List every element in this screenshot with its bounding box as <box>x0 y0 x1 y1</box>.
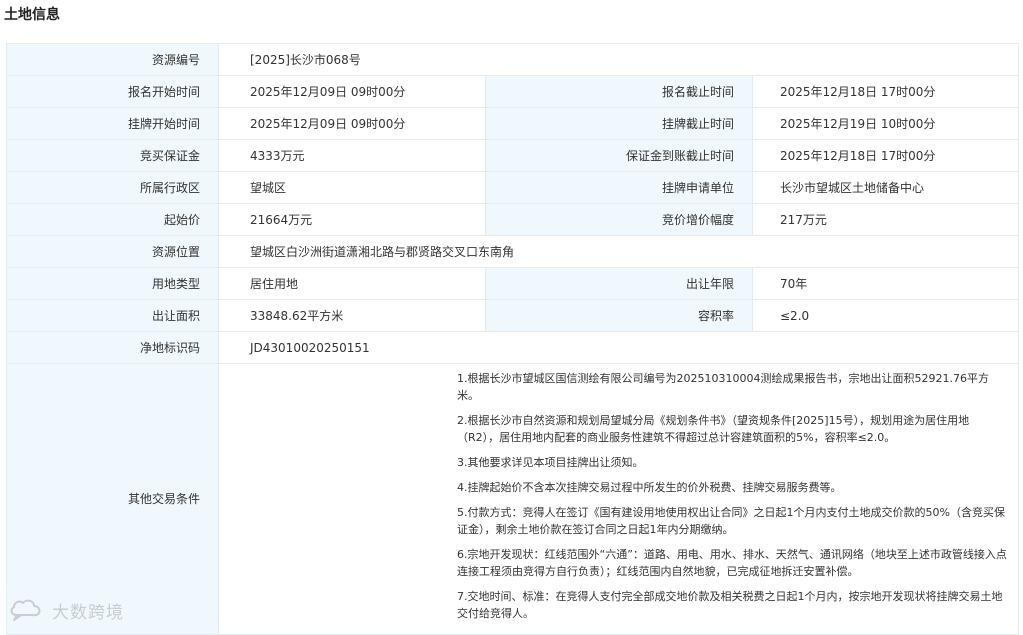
value-district: 望城区 <box>218 171 486 204</box>
value-term-years: 70年 <box>751 267 1020 300</box>
value-deposit: 4333万元 <box>218 139 486 172</box>
row-location: 资源位置 望城区白沙洲街道潇湘北路与郡贤路交叉口东南角 <box>6 235 1020 268</box>
term-item: 4.挂牌起始价不含本次挂牌交易过程中所发生的价外税费、挂牌交易服务费等。 <box>457 481 842 494</box>
label-area: 出让面积 <box>6 299 219 332</box>
value-far: ≤2.0 <box>751 299 1020 332</box>
value-registration-end: 2025年12月18日 17时00分 <box>751 75 1020 108</box>
cloud-chat-icon <box>10 599 41 621</box>
land-info-table: 资源编号 [2025]长沙市068号 报名开始时间 2025年12月09日 09… <box>6 43 1020 635</box>
page-title: 土地信息 <box>4 7 60 23</box>
term-item: 1.根据长沙市望城区国信测绘有限公司编号为202510310004测绘成果报告书… <box>457 372 989 402</box>
label-registration-start: 报名开始时间 <box>6 75 219 108</box>
term-item: 5.付款方式：竞得人在签订《国有建设用地使用权出让合同》之日起1个月内支付土地成… <box>457 506 1005 536</box>
label-applicant-unit: 挂牌申请单位 <box>485 171 753 204</box>
label-increment: 竞价增价幅度 <box>485 203 753 236</box>
watermark-text: 大数跨境 <box>52 602 124 623</box>
row-land-use: 用地类型 居住用地 出让年限 70年 <box>6 267 1020 300</box>
row-area: 出让面积 33848.62平方米 容积率 ≤2.0 <box>6 299 1020 332</box>
value-registration-start: 2025年12月09日 09时00分 <box>218 75 486 108</box>
watermark: 大数跨境 <box>8 597 124 623</box>
label-deposit: 竞买保证金 <box>6 139 219 172</box>
value-deposit-deadline: 2025年12月18日 17时00分 <box>751 139 1020 172</box>
term-item: 6.宗地开发现状：红线范围外“六通”：道路、用电、用水、排水、天然气、通讯网络（… <box>457 548 1007 578</box>
label-other-terms: 其他交易条件 <box>6 363 219 635</box>
value-area: 33848.62平方米 <box>218 299 486 332</box>
value-listing-end: 2025年12月19日 10时00分 <box>751 107 1020 140</box>
row-resource-no: 资源编号 [2025]长沙市068号 <box>6 43 1020 76</box>
row-listing-time: 挂牌开始时间 2025年12月09日 09时00分 挂牌截止时间 2025年12… <box>6 107 1020 140</box>
label-listing-start: 挂牌开始时间 <box>6 107 219 140</box>
value-net-land-id: JD43010020250151 <box>217 331 1020 364</box>
value-other-terms: 1.根据长沙市望城区国信测绘有限公司编号为202510310004测绘成果报告书… <box>217 363 1020 635</box>
label-listing-end: 挂牌截止时间 <box>485 107 753 140</box>
value-increment: 217万元 <box>751 203 1020 236</box>
label-net-land-id: 净地标识码 <box>6 331 219 364</box>
row-net-land-id: 净地标识码 JD43010020250151 <box>6 331 1020 364</box>
value-land-use: 居住用地 <box>218 267 486 300</box>
term-item: 7.交地时间、标准：在竞得人支付完全部成交地价款及相关税费之日起1个月内，按宗地… <box>457 590 1003 620</box>
value-applicant-unit: 长沙市望城区土地储备中心 <box>751 171 1020 204</box>
row-other-terms: 其他交易条件 1.根据长沙市望城区国信测绘有限公司编号为202510310004… <box>6 363 1020 635</box>
row-registration-time: 报名开始时间 2025年12月09日 09时00分 报名截止时间 2025年12… <box>6 75 1020 108</box>
terms-list: 1.根据长沙市望城区国信测绘有限公司编号为202510310004测绘成果报告书… <box>457 370 1008 622</box>
row-deposit: 竞买保证金 4333万元 保证金到账截止时间 2025年12月18日 17时00… <box>6 139 1020 172</box>
label-location: 资源位置 <box>6 235 219 268</box>
value-start-price: 21664万元 <box>218 203 486 236</box>
label-far: 容积率 <box>485 299 753 332</box>
label-start-price: 起始价 <box>6 203 219 236</box>
row-district: 所属行政区 望城区 挂牌申请单位 长沙市望城区土地储备中心 <box>6 171 1020 204</box>
row-price: 起始价 21664万元 竞价增价幅度 217万元 <box>6 203 1020 236</box>
label-deposit-deadline: 保证金到账截止时间 <box>485 139 753 172</box>
label-land-use: 用地类型 <box>6 267 219 300</box>
label-registration-end: 报名截止时间 <box>485 75 753 108</box>
label-district: 所属行政区 <box>6 171 219 204</box>
label-resource-no: 资源编号 <box>6 43 219 76</box>
label-term-years: 出让年限 <box>485 267 753 300</box>
value-resource-no: [2025]长沙市068号 <box>217 43 1020 76</box>
term-item: 3.其他要求详见本项目挂牌出让须知。 <box>457 456 644 469</box>
value-location: 望城区白沙洲街道潇湘北路与郡贤路交叉口东南角 <box>217 235 1020 268</box>
value-listing-start: 2025年12月09日 09时00分 <box>218 107 486 140</box>
term-item: 2.根据长沙市自然资源和规划局望城分局《规划条件书》（望资规条件[2025]15… <box>457 414 970 444</box>
